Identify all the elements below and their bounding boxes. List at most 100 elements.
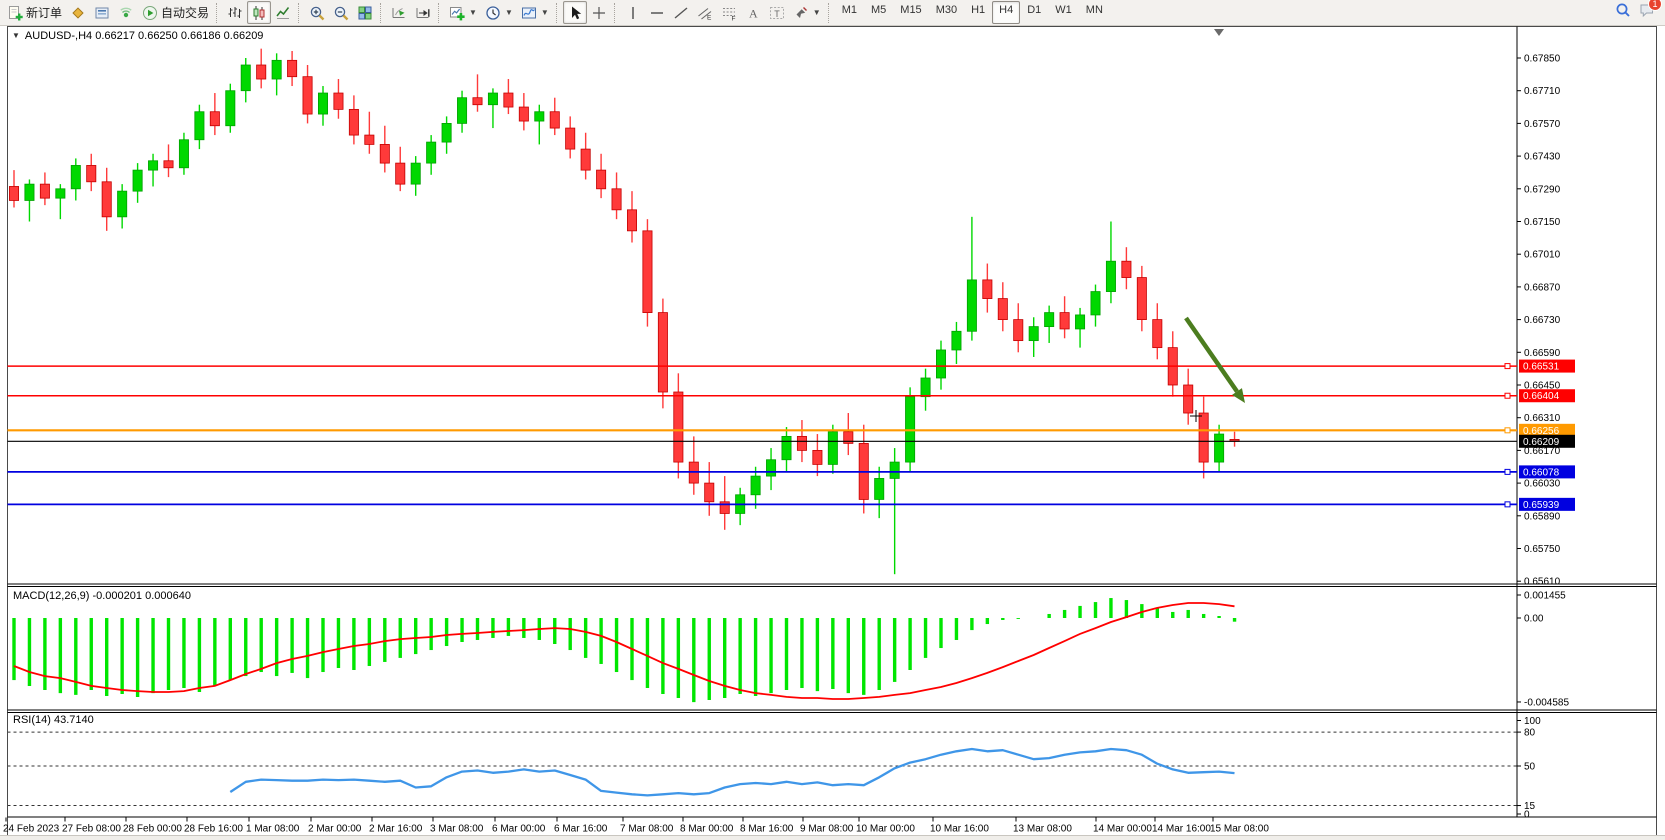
- autotrading-button-label: 自动交易: [161, 4, 209, 21]
- dropdown-caret-icon[interactable]: ▼: [469, 8, 477, 17]
- toolbar-separator: [556, 3, 559, 23]
- price-tick-label: 0.65750: [1524, 544, 1561, 555]
- date-tick-label: 15 Mar 08:00: [1210, 824, 1269, 835]
- chart-title-text: AUDUSD-,H4 0.66217 0.66250 0.66186 0.662…: [25, 30, 264, 42]
- candle-body: [766, 460, 775, 476]
- templates-button[interactable]: ▼: [517, 1, 553, 24]
- line-handle[interactable]: [1505, 428, 1510, 433]
- date-tick-label: 7 Mar 08:00: [620, 824, 674, 835]
- price-tick-label: 0.65610: [1524, 577, 1561, 588]
- macd-indicator-label: MACD(12,26,9) -0.000201 0.000640: [13, 590, 191, 602]
- line-handle[interactable]: [1505, 469, 1510, 474]
- chevron-down-icon[interactable]: ▼: [12, 31, 20, 40]
- timeframe-button-m1[interactable]: M1: [835, 1, 864, 24]
- timeframe-button-m5[interactable]: M5: [864, 1, 893, 24]
- signals-button[interactable]: [114, 1, 138, 24]
- gold-diamond-button[interactable]: [66, 1, 90, 24]
- candle-body: [1075, 315, 1084, 329]
- toolbar-right-icons: 1: [1615, 2, 1655, 23]
- price-tick-label: 0.67010: [1524, 250, 1561, 261]
- zoom-out-icon: [333, 5, 349, 21]
- signal-icon: [118, 5, 134, 21]
- dropdown-caret-icon[interactable]: ▼: [505, 8, 513, 17]
- hline-button[interactable]: [645, 1, 669, 24]
- candle-body: [226, 91, 235, 126]
- candle-body: [983, 280, 992, 299]
- candle-body: [457, 98, 466, 124]
- trendline-button[interactable]: [669, 1, 693, 24]
- new-order-button[interactable]: 新订单: [3, 1, 66, 24]
- bar-chart-button[interactable]: [223, 1, 247, 24]
- chart-title: ▼ AUDUSD-,H4 0.66217 0.66250 0.66186 0.66…: [12, 30, 263, 42]
- candle-body: [396, 163, 405, 184]
- price-badge-label: 0.66078: [1523, 467, 1560, 478]
- autotrading-button[interactable]: 自动交易: [138, 1, 213, 24]
- timeframe-button-m15[interactable]: M15: [893, 1, 928, 24]
- zoom-in-button[interactable]: [305, 1, 329, 24]
- line-chart-button[interactable]: [271, 1, 295, 24]
- arrows-button[interactable]: ▼: [789, 1, 825, 24]
- vline-icon: [625, 5, 641, 21]
- timeframe-button-h1[interactable]: H1: [964, 1, 992, 24]
- candle-body: [442, 123, 451, 142]
- line-handle[interactable]: [1505, 502, 1510, 507]
- candle-body: [936, 350, 945, 378]
- candle-body: [87, 165, 96, 181]
- price-tick-label: 0.66310: [1524, 413, 1561, 424]
- candle-body: [1215, 434, 1224, 462]
- autoscroll-button[interactable]: [387, 1, 411, 24]
- date-tick-label: 28 Feb 00:00: [123, 824, 182, 835]
- status-bar: [0, 835, 1665, 840]
- line-handle[interactable]: [1505, 393, 1510, 398]
- candle-body: [118, 191, 127, 217]
- candle-body: [828, 432, 837, 465]
- new-order-icon: [7, 5, 23, 21]
- rsi-tick-label: 0: [1524, 810, 1530, 821]
- candle-body: [875, 478, 884, 499]
- text-button[interactable]: A: [741, 1, 765, 24]
- label-button[interactable]: T: [765, 1, 789, 24]
- candle-body: [1014, 320, 1023, 341]
- candle-body: [303, 77, 312, 114]
- chart-canvas[interactable]: 0.678500.677100.675700.674300.672900.671…: [0, 0, 1665, 840]
- candlestick-button[interactable]: [247, 1, 271, 24]
- search-icon: [1615, 2, 1631, 18]
- search-button[interactable]: [1615, 2, 1631, 23]
- fibonacci-button[interactable]: F: [717, 1, 741, 24]
- dropdown-caret-icon[interactable]: ▼: [541, 8, 549, 17]
- price-tick-label: 0.67290: [1524, 184, 1561, 195]
- candle-body: [782, 436, 791, 459]
- timeframe-button-mn[interactable]: MN: [1079, 1, 1110, 24]
- candle-body: [288, 60, 297, 76]
- timeframe-button-w1[interactable]: W1: [1048, 1, 1079, 24]
- price-badge-label: 0.66404: [1523, 391, 1560, 402]
- periods-button[interactable]: ▼: [481, 1, 517, 24]
- price-tick-label: 0.66870: [1524, 282, 1561, 293]
- tile-windows-button[interactable]: [353, 1, 377, 24]
- notifications-button[interactable]: 1: [1639, 2, 1655, 23]
- price-badge-label: 0.66209: [1523, 437, 1560, 448]
- market-depth-button[interactable]: [90, 1, 114, 24]
- channel-button[interactable]: E: [693, 1, 717, 24]
- vline-button[interactable]: [621, 1, 645, 24]
- chart-shift-button[interactable]: [411, 1, 435, 24]
- dropdown-caret-icon[interactable]: ▼: [813, 8, 821, 17]
- toolbar-separator: [438, 3, 441, 23]
- timeframe-button-d1[interactable]: D1: [1020, 1, 1048, 24]
- date-tick-label: 14 Mar 00:00: [1093, 824, 1152, 835]
- crosshair-button[interactable]: [587, 1, 611, 24]
- zoom-out-button[interactable]: [329, 1, 353, 24]
- candle-body: [349, 109, 358, 135]
- candle-body: [705, 483, 714, 502]
- candle-body: [318, 93, 327, 114]
- timeframe-button-h4[interactable]: H4: [992, 1, 1020, 24]
- candle-body: [1060, 313, 1069, 329]
- tile-windows-icon: [357, 5, 373, 21]
- cursor-button[interactable]: [563, 1, 587, 24]
- timeframe-button-m30[interactable]: M30: [929, 1, 964, 24]
- price-tick-label: 0.67150: [1524, 217, 1561, 228]
- price-tick-label: 0.67430: [1524, 152, 1561, 163]
- line-handle[interactable]: [1505, 364, 1510, 369]
- indicators-button[interactable]: ▼: [445, 1, 481, 24]
- candle-body: [550, 112, 559, 128]
